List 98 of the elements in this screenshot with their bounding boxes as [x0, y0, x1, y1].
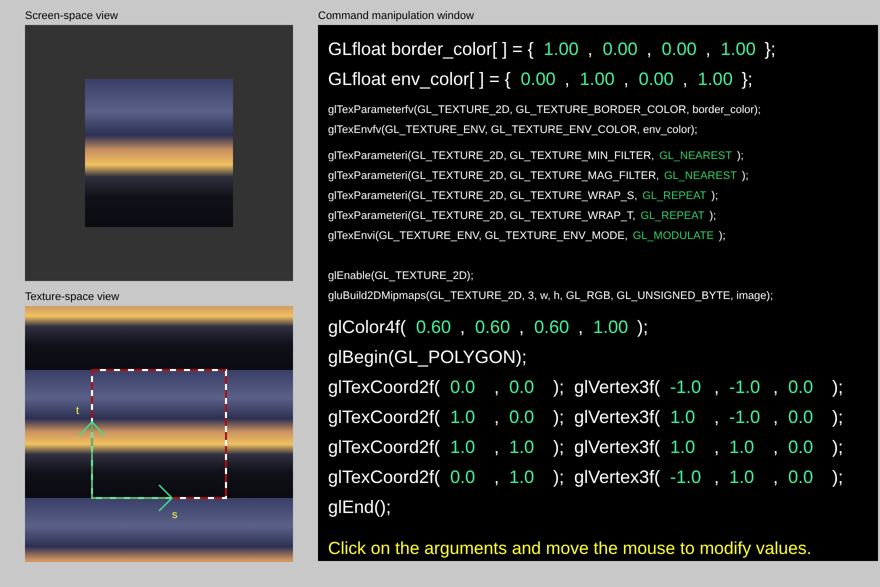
code-text: ,: [494, 406, 500, 428]
code-text: ,: [494, 466, 500, 488]
argument-value[interactable]: 1.0: [509, 466, 546, 488]
argument-value[interactable]: 1.00: [593, 316, 630, 338]
code-text: };: [742, 68, 753, 90]
argument-value[interactable]: -1.0: [729, 406, 766, 428]
code-text: ,: [773, 436, 778, 458]
code-text: GLfloat border_color[ ] = {: [328, 38, 534, 60]
argument-value[interactable]: 0.0: [788, 376, 824, 398]
code-text: ,: [564, 68, 570, 90]
argument-value[interactable]: 0.60: [416, 316, 452, 338]
code-text: glTexCoord2f(: [328, 406, 440, 428]
code-text: ); glVertex3f(: [553, 436, 660, 458]
code-text: );: [718, 230, 726, 242]
code-text: GLfloat env_color[ ] = {: [328, 68, 511, 90]
axis-label: s: [172, 509, 178, 521]
code-text: ,: [714, 436, 720, 458]
panel-title: Screen-space view: [25, 9, 119, 24]
code-text: ); glVertex3f(: [553, 406, 660, 428]
code-text: );: [742, 170, 749, 182]
code-text: ,: [773, 466, 778, 488]
code-text: );: [832, 436, 844, 458]
argument-value[interactable]: 0.0: [450, 376, 486, 398]
axis-label: t: [76, 405, 80, 417]
argument-value[interactable]: GL_REPEAT: [642, 190, 706, 202]
argument-value[interactable]: 1.0: [670, 406, 706, 428]
argument-value[interactable]: 1.00: [720, 38, 757, 60]
argument-value[interactable]: 0.00: [520, 68, 557, 90]
code-text: ,: [460, 316, 466, 338]
argument-value[interactable]: 1.00: [544, 38, 580, 60]
argument-value[interactable]: 1.0: [670, 436, 706, 458]
code-text: );: [736, 150, 744, 162]
code-text: ,: [494, 436, 500, 458]
code-text: ,: [646, 38, 652, 60]
code-text: ,: [773, 376, 778, 398]
code-text: ); glVertex3f(: [553, 376, 660, 398]
argument-value[interactable]: -1.0: [670, 466, 706, 488]
code-text: ,: [773, 406, 778, 428]
code-text: glTexEnvi(GL_TEXTURE_ENV, GL_TEXTURE_ENV_MODE,: [328, 230, 628, 242]
code-text: glTexCoord2f(: [328, 376, 440, 398]
code-text: };: [764, 38, 776, 60]
code-text: glTexParameteri(GL_TEXTURE_2D, GL_TEXTURE_MIN_FILTER,: [328, 150, 654, 162]
argument-value[interactable]: 1.0: [509, 436, 546, 458]
argument-value[interactable]: 1.00: [580, 68, 616, 90]
code-text: ,: [706, 38, 711, 60]
argument-value[interactable]: -1.0: [729, 376, 766, 398]
argument-value[interactable]: GL_MODULATE: [632, 230, 714, 242]
argument-value[interactable]: 1.00: [698, 68, 734, 90]
argument-value[interactable]: 1.0: [450, 406, 486, 428]
argument-value[interactable]: 0.60: [475, 316, 512, 338]
code-text: glColor4f(: [328, 316, 406, 338]
code-text: glTexParameteri(GL_TEXTURE_2D, GL_TEXTURE_MAG_FILTER,: [328, 170, 660, 182]
code-text: ,: [578, 316, 584, 338]
code-text: glTexCoord2f(: [328, 466, 440, 488]
argument-value[interactable]: -1.0: [670, 376, 706, 398]
code-text: );: [832, 376, 844, 398]
code-text: glTexParameterfv(GL_TEXTURE_2D, GL_TEXTURE_BORDER_COLOR, border_color);: [328, 104, 761, 116]
argument-value[interactable]: 0.00: [638, 68, 675, 90]
argument-value[interactable]: 1.0: [450, 436, 486, 458]
argument-value[interactable]: 1.0: [729, 466, 766, 488]
hint-text: Click on the arguments and move the mouse to modify values.: [328, 538, 812, 559]
code-text: glEnable(GL_TEXTURE_2D);: [328, 270, 474, 282]
code-text: ,: [519, 316, 524, 338]
argument-value[interactable]: 0.0: [509, 376, 546, 398]
argument-value[interactable]: 0.0: [788, 466, 824, 488]
argument-value[interactable]: 0.0: [788, 436, 824, 458]
code-text: ,: [714, 466, 720, 488]
code-text: ,: [682, 68, 688, 90]
argument-value[interactable]: GL_REPEAT: [640, 210, 704, 222]
argument-value[interactable]: 0.00: [602, 38, 639, 60]
code-text: );: [711, 190, 718, 202]
argument-value[interactable]: GL_NEAREST: [659, 150, 732, 162]
code-text: ,: [714, 376, 720, 398]
code-text: gluBuild2DMipmaps(GL_TEXTURE_2D, 3, w, h, GL_RGB, GL_UNSIGNED_BYTE, image);: [328, 290, 774, 302]
code-text: ,: [494, 376, 500, 398]
argument-value[interactable]: 1.0: [729, 436, 766, 458]
code-text: ,: [714, 406, 720, 428]
argument-value[interactable]: GL_NEAREST: [664, 170, 737, 182]
code-text: glTexEnvfv(GL_TEXTURE_ENV, GL_TEXTURE_ENV_COLOR, env_color);: [328, 124, 698, 136]
argument-value[interactable]: 0.0: [788, 406, 824, 428]
code-text: );: [637, 316, 648, 338]
argument-value[interactable]: 0.00: [662, 38, 698, 60]
code-text: glBegin(GL_POLYGON);: [328, 346, 527, 368]
code-text: glEnd();: [328, 496, 392, 518]
code-text: );: [709, 210, 716, 222]
code-text: glTexCoord2f(: [328, 436, 440, 458]
code-text: glTexParameteri(GL_TEXTURE_2D, GL_TEXTURE_WRAP_T,: [328, 210, 636, 222]
argument-value[interactable]: 0.0: [509, 406, 546, 428]
code-text: );: [832, 466, 844, 488]
code-text: glTexParameteri(GL_TEXTURE_2D, GL_TEXTURE_WRAP_S,: [328, 190, 638, 202]
panel-title: Command manipulation window: [318, 9, 475, 24]
panel-title: Texture-space view: [25, 290, 120, 305]
argument-value[interactable]: 0.60: [534, 316, 570, 338]
code-text: );: [832, 406, 844, 428]
code-text: ,: [588, 38, 593, 60]
code-text: ,: [624, 68, 629, 90]
argument-value[interactable]: 0.0: [450, 466, 486, 488]
code-text: ); glVertex3f(: [553, 466, 660, 488]
